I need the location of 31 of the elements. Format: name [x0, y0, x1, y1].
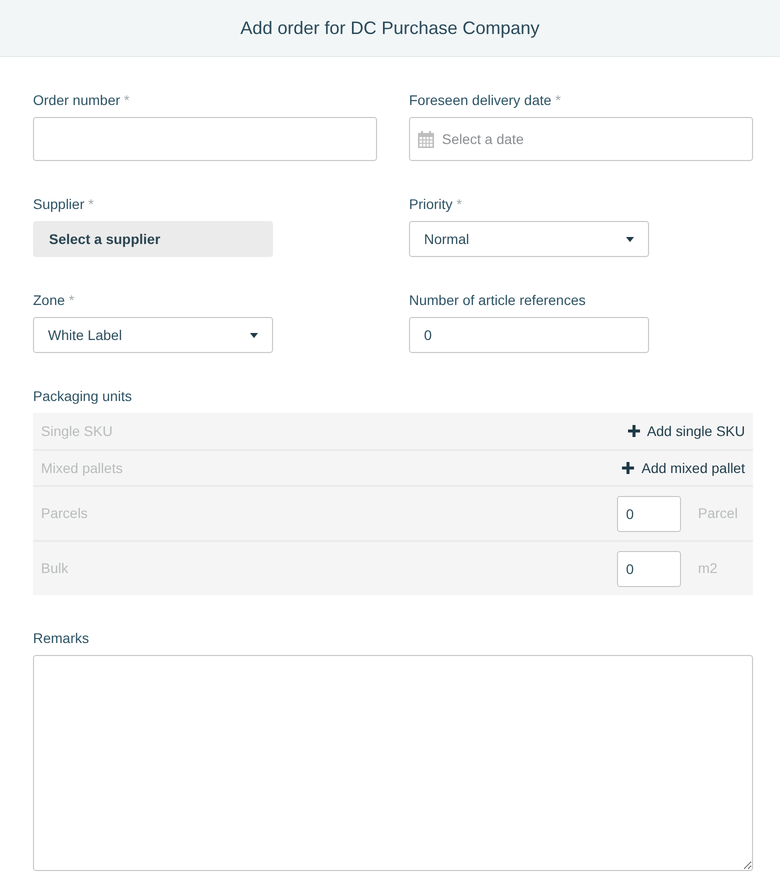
select-button[interactable]: Select a supplier — [33, 221, 273, 257]
row-label: Single SKU — [41, 422, 113, 441]
field-label: Zone * — [33, 291, 76, 310]
dialog-title: Add order for DC Purchase Company — [240, 17, 540, 40]
field-label: Foreseen delivery date * — [409, 91, 562, 110]
caret-icon — [626, 236, 634, 242]
row-label: Parcels — [41, 504, 88, 523]
dropdown[interactable]: White Label — [33, 317, 273, 353]
number-field[interactable]: 0 — [409, 317, 649, 353]
field-label: Number of article references — [409, 291, 587, 310]
row-label: Mixed pallets — [41, 458, 123, 478]
dropdown[interactable]: Normal — [409, 221, 649, 257]
field-label: Remarks — [33, 629, 90, 648]
quantity-field[interactable]: 0 — [617, 550, 681, 586]
row-label: Bulk — [41, 559, 68, 578]
unit-label: m2 — [698, 559, 718, 578]
add-button[interactable]: Add mixed pallet — [622, 458, 745, 478]
add-button[interactable]: Add single SKU — [628, 420, 745, 442]
field-label: Supplier * — [33, 195, 95, 214]
caret-icon — [250, 332, 258, 338]
remarks-field[interactable] — [33, 655, 753, 871]
unit-label: Parcel — [698, 504, 739, 523]
date-field[interactable]: Select a date — [409, 117, 753, 161]
field-label: Order number * — [33, 91, 130, 110]
field-label: Priority * — [409, 195, 463, 214]
plus-icon — [622, 462, 634, 474]
input-field[interactable] — [33, 117, 377, 161]
quantity-field[interactable]: 0 — [617, 496, 681, 532]
calendar-icon — [418, 131, 434, 148]
plus-icon — [628, 425, 640, 437]
field-label: Packaging units — [33, 387, 133, 406]
